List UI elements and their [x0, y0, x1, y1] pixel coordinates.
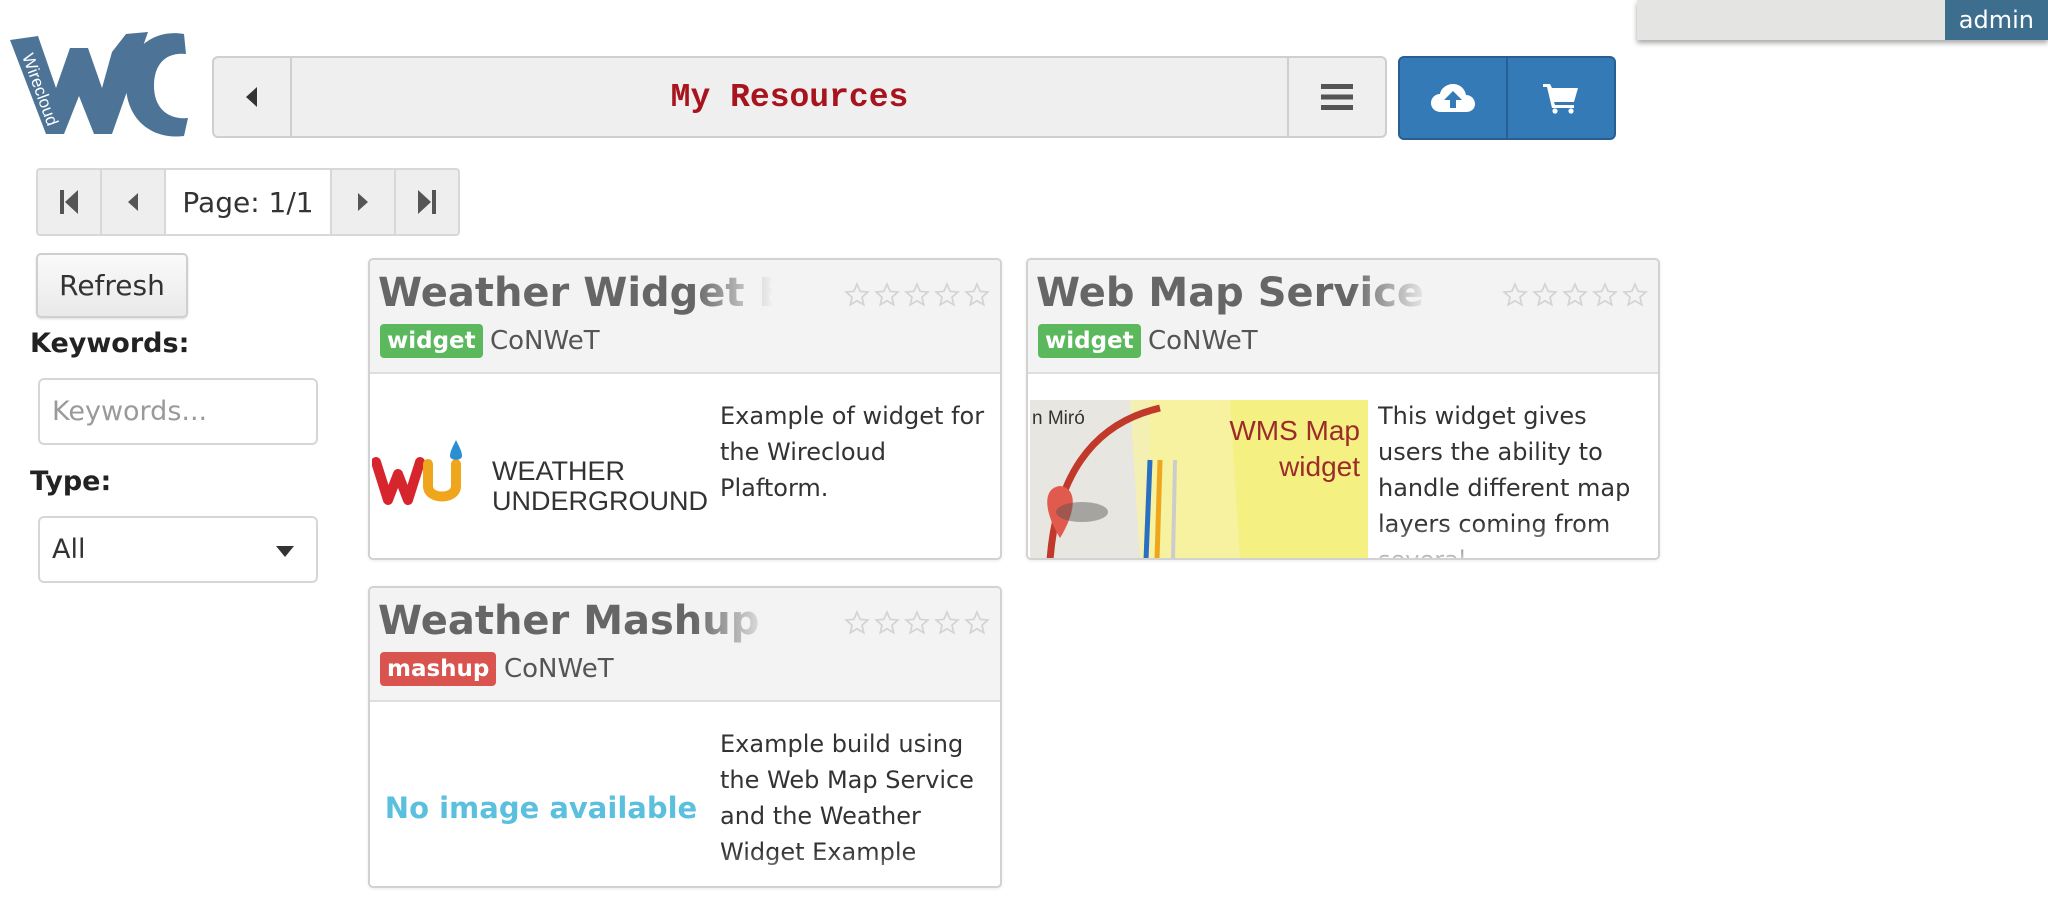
vendor-name: CoNWeT	[504, 654, 614, 684]
weather-logo-line1: WEATHER	[492, 456, 625, 486]
last-page-icon	[417, 190, 436, 214]
type-badge: widget	[1038, 324, 1141, 358]
caret-left-icon	[246, 87, 257, 107]
menu-button[interactable]	[1287, 58, 1385, 136]
action-button-group	[1398, 56, 1616, 140]
first-page-button[interactable]	[38, 170, 103, 234]
star-icon	[964, 610, 990, 635]
card-header: Web Map Service widget CoNWeT	[1028, 260, 1658, 374]
vendor-name: CoNWeT	[1148, 326, 1258, 356]
resource-description: Example build using the Web Map Service …	[720, 730, 974, 866]
card-header: Weather Widget Example widget CoNWeT	[370, 260, 1000, 374]
resource-card[interactable]: Weather Mashup Example mashup CoNWeT No …	[368, 586, 1002, 888]
vendor-name: CoNWeT	[490, 326, 600, 356]
resource-title: Weather Widget Example	[378, 270, 773, 316]
marketplace-button[interactable]	[1506, 58, 1614, 138]
chevron-down-icon	[276, 546, 294, 557]
type-badge: widget	[380, 324, 483, 358]
star-icon	[1622, 282, 1648, 307]
star-icon	[904, 610, 930, 635]
shopping-cart-icon	[1543, 84, 1578, 114]
star-icon	[904, 282, 930, 307]
caret-right-icon	[357, 193, 368, 211]
keywords-label: Keywords:	[30, 328, 190, 359]
resource-card[interactable]: Weather Widget Example widget CoNWeT WEA…	[368, 258, 1002, 560]
upload-button[interactable]	[1400, 58, 1506, 138]
resource-title: Weather Mashup Example	[378, 598, 773, 644]
type-select[interactable]: All	[38, 516, 318, 583]
resource-description: Example of widget for the Wirecloud Plaf…	[720, 402, 985, 502]
type-label: Type:	[30, 466, 112, 497]
wms-street-label: n Miró	[1032, 408, 1085, 429]
rating-stars	[844, 610, 990, 636]
prev-page-button[interactable]	[102, 170, 167, 234]
star-icon	[934, 610, 960, 635]
type-select-value: All	[52, 534, 86, 565]
user-menu-button[interactable]: admin	[1944, 0, 2048, 40]
page-title: My Resources	[670, 78, 909, 116]
next-page-button[interactable]	[332, 170, 396, 234]
star-icon	[964, 282, 990, 307]
rating-stars	[844, 282, 990, 308]
resource-card[interactable]: Web Map Service widget CoNWeT n Miró WMS…	[1026, 258, 1660, 560]
refresh-button[interactable]: Refresh	[36, 253, 188, 318]
hamburger-menu-icon	[1321, 84, 1353, 110]
wms-map-thumbnail: n Miró WMS Map widget	[1030, 400, 1368, 558]
cloud-upload-icon	[1431, 84, 1475, 112]
card-header: Weather Mashup Example mashup CoNWeT	[370, 588, 1000, 702]
keywords-input[interactable]	[38, 378, 318, 445]
star-icon	[844, 610, 870, 635]
weather-underground-logo: WEATHER UNDERGROUND	[372, 440, 708, 516]
no-image-placeholder: No image available	[384, 791, 698, 825]
wirecloud-logo[interactable]: Wirecloud	[8, 26, 198, 144]
wms-caption-line2: widget	[1278, 451, 1360, 482]
resource-title: Web Map Service	[1036, 270, 1425, 316]
caret-left-icon	[128, 193, 139, 211]
wms-caption-line1: WMS Map	[1229, 415, 1360, 446]
type-badge: mashup	[380, 652, 497, 686]
star-icon	[1502, 282, 1528, 307]
pagination: Page: 1/1	[36, 168, 460, 236]
star-icon	[1592, 282, 1618, 307]
rating-stars	[1502, 282, 1648, 308]
star-icon	[934, 282, 960, 307]
first-page-icon	[60, 190, 79, 214]
user-bar: admin	[1637, 0, 2048, 40]
resource-description: This widget gives users the ability to h…	[1378, 402, 1631, 558]
star-icon	[844, 282, 870, 307]
star-icon	[874, 610, 900, 635]
star-icon	[874, 282, 900, 307]
star-icon	[1562, 282, 1588, 307]
page-indicator: Page: 1/1	[166, 170, 332, 234]
header-bar: My Resources	[212, 56, 1387, 138]
last-page-button[interactable]	[396, 170, 458, 234]
star-icon	[1532, 282, 1558, 307]
weather-logo-line2: UNDERGROUND	[492, 486, 708, 516]
back-button[interactable]	[214, 58, 292, 136]
